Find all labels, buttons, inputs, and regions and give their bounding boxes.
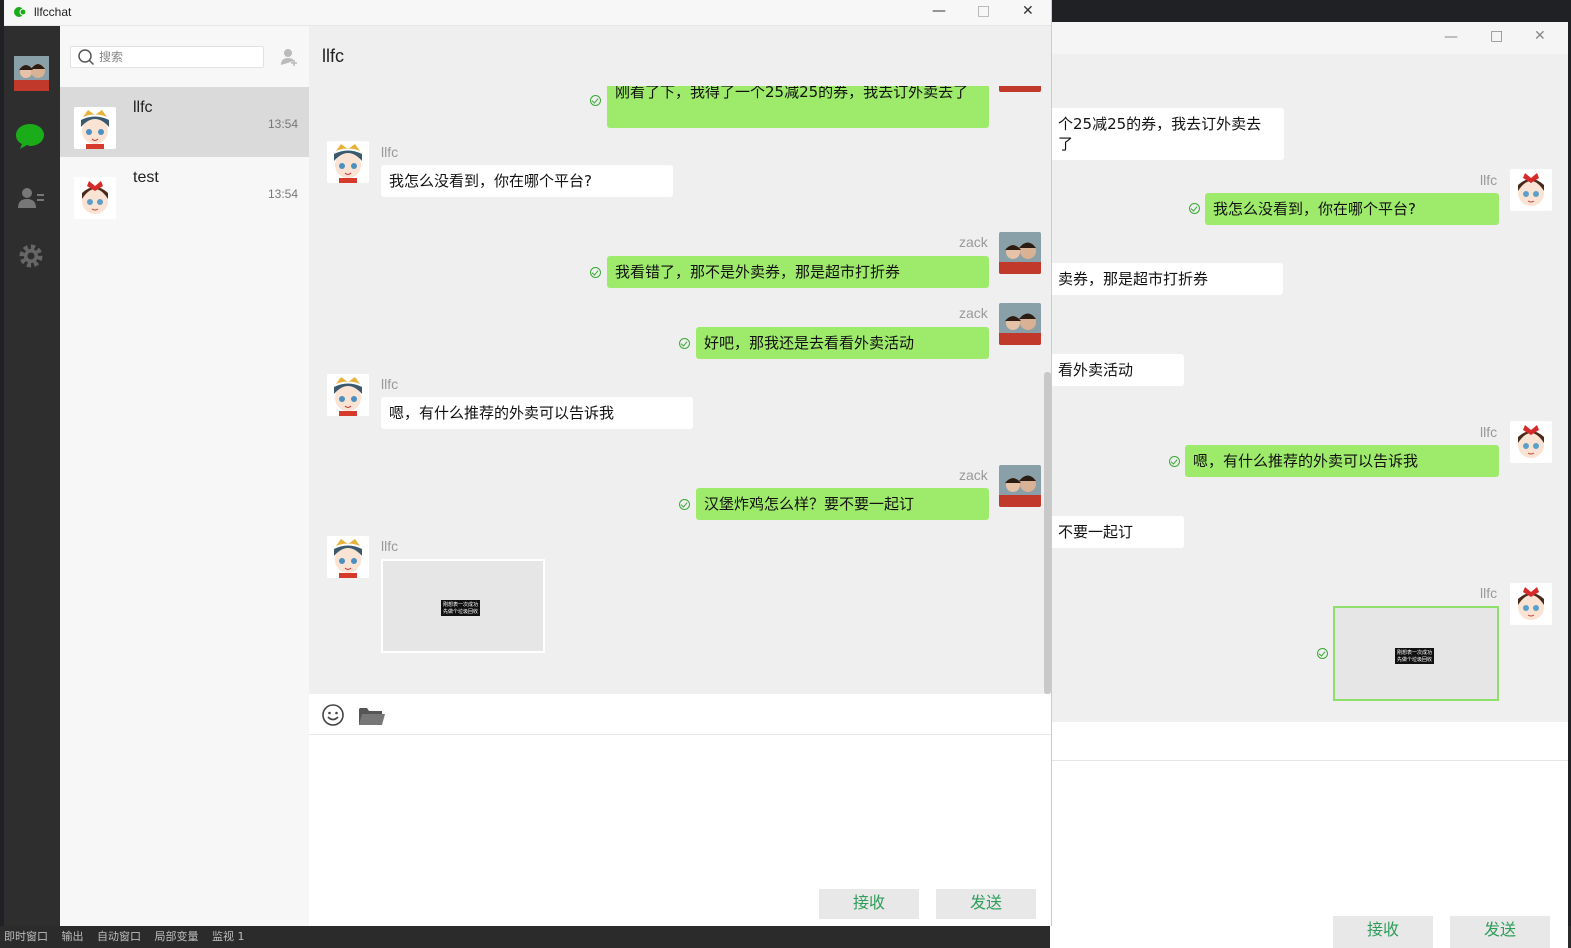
zack-avatar bbox=[999, 465, 1041, 507]
secondary-titlebar: — □ ✕ bbox=[1050, 22, 1568, 54]
sent-check-icon bbox=[1169, 456, 1180, 467]
sender-name: llfc bbox=[381, 144, 399, 160]
avatar bbox=[1510, 583, 1552, 625]
sent-check-icon bbox=[590, 267, 601, 278]
contact-name: llfc bbox=[133, 99, 153, 116]
titlebar: llfcchat — □ ✕ bbox=[4, 0, 1051, 26]
sent-check-icon bbox=[590, 95, 601, 106]
minimize-button[interactable]: — bbox=[932, 3, 946, 19]
contact-item-test[interactable]: test 13:54 bbox=[60, 157, 309, 227]
zack-avatar bbox=[999, 86, 1041, 92]
secondary-receive-button[interactable]: 接收 bbox=[1333, 916, 1433, 948]
secondary-chat-window: — □ ✕ 个25减25的券，我去订外卖去了 llfc 我怎么没看到，你在哪个平… bbox=[1050, 22, 1568, 948]
chat-title: llfc bbox=[322, 46, 344, 66]
close-button[interactable]: ✕ bbox=[1022, 3, 1034, 19]
chat-bubble: 个25减25的券，我去订外卖去了 bbox=[1050, 108, 1284, 160]
zack-avatar bbox=[999, 232, 1041, 274]
settings-gear-icon[interactable] bbox=[16, 241, 46, 271]
chat-header: llfc bbox=[309, 26, 1051, 86]
app-logo-icon bbox=[14, 7, 27, 17]
llfc-avatar bbox=[327, 141, 369, 183]
search-icon bbox=[78, 49, 95, 66]
chat-bubble: 嗯，有什么推荐的外卖可以告诉我 bbox=[381, 397, 693, 429]
sent-check-icon bbox=[679, 338, 690, 349]
sender-name: llfc bbox=[1480, 424, 1498, 440]
chat-bubble: 汉堡炸鸡怎么样？要不要一起订 bbox=[696, 488, 989, 520]
chat-bubble: 嗯，有什么推荐的外卖可以告诉我 bbox=[1185, 445, 1499, 477]
search-input[interactable] bbox=[99, 49, 259, 65]
chat-bubble: 刚看了下，我得了一个25减25的券，我去订外卖去了 bbox=[607, 86, 989, 128]
secondary-maximize-button[interactable]: □ bbox=[1490, 28, 1503, 44]
chat-bubble: 卖券，那是超市打折券 bbox=[1050, 263, 1283, 295]
secondary-minimize-button[interactable]: — bbox=[1444, 29, 1458, 45]
secondary-input-area[interactable] bbox=[1050, 722, 1568, 948]
sender-name: zack bbox=[959, 234, 988, 250]
emoji-icon[interactable] bbox=[321, 703, 345, 727]
divider bbox=[1050, 760, 1568, 761]
sender-name: llfc bbox=[1480, 585, 1498, 601]
chat-icon[interactable] bbox=[15, 122, 45, 150]
contact-avatar bbox=[74, 107, 116, 149]
image-caption: 刚想表一次成功 先做个垃圾回收 bbox=[1395, 648, 1435, 664]
chat-bubble: 不要一起订 bbox=[1050, 516, 1184, 548]
sender-name: zack bbox=[959, 305, 988, 321]
image-caption: 刚想表一次成功 先做个垃圾回收 bbox=[441, 600, 481, 616]
sender-name: llfc bbox=[381, 376, 399, 392]
send-button[interactable]: 发送 bbox=[936, 889, 1036, 919]
contact-time: 13:54 bbox=[267, 117, 298, 131]
secondary-send-button[interactable]: 发送 bbox=[1450, 916, 1550, 948]
main-chat-window: llfcchat — □ ✕ llfc 13:54 test bbox=[4, 0, 1052, 926]
contact-item-llfc[interactable]: llfc 13:54 bbox=[60, 87, 309, 157]
message-input[interactable] bbox=[317, 742, 1042, 872]
contact-avatar bbox=[74, 177, 116, 219]
avatar bbox=[1510, 421, 1552, 463]
zack-avatar bbox=[999, 303, 1041, 345]
ide-tab-autos[interactable]: 自动窗口 bbox=[97, 930, 141, 943]
llfc-avatar bbox=[327, 536, 369, 578]
sent-check-icon bbox=[1189, 203, 1200, 214]
chat-bubble: 我怎么没看到，你在哪个平台? bbox=[1205, 193, 1499, 225]
chat-bubble: 看外卖活动 bbox=[1050, 354, 1184, 386]
chat-bubble: 我怎么没看到，你在哪个平台? bbox=[381, 165, 673, 197]
avatar bbox=[1510, 169, 1552, 211]
contact-time: 13:54 bbox=[267, 187, 298, 201]
search-box[interactable] bbox=[70, 46, 264, 68]
image-message[interactable]: 刚想表一次成功 先做个垃圾回收 bbox=[1333, 606, 1499, 701]
input-area: 接收 发送 bbox=[309, 694, 1051, 926]
folder-icon[interactable] bbox=[358, 705, 386, 727]
sender-name: llfc bbox=[381, 538, 399, 554]
user-avatar[interactable] bbox=[14, 56, 49, 91]
chat-scrollbar[interactable] bbox=[1044, 372, 1051, 694]
add-contact-icon[interactable] bbox=[280, 48, 300, 66]
secondary-close-button[interactable]: ✕ bbox=[1534, 28, 1546, 44]
chat-bubble: 好吧，那我还是去看看外卖活动 bbox=[696, 327, 989, 359]
contact-name: test bbox=[133, 169, 159, 186]
app-title: llfcchat bbox=[34, 5, 72, 19]
divider bbox=[309, 734, 1051, 735]
sent-check-icon bbox=[679, 499, 690, 510]
ide-tab-watch[interactable]: 监视 1 bbox=[212, 930, 245, 943]
image-message[interactable]: 刚想表一次成功 先做个垃圾回收 bbox=[381, 559, 545, 653]
receive-button[interactable]: 接收 bbox=[819, 889, 919, 919]
sender-name: llfc bbox=[1480, 172, 1498, 188]
ide-tab-output[interactable]: 输出 bbox=[62, 930, 84, 943]
sent-check-icon bbox=[1317, 648, 1328, 659]
maximize-button[interactable]: □ bbox=[977, 3, 990, 19]
sender-name: zack bbox=[959, 467, 988, 483]
contact-list-panel: llfc 13:54 test 13:54 bbox=[60, 26, 309, 926]
chat-bubble: 我看错了，那不是外卖券，那是超市打折券 bbox=[607, 256, 989, 288]
sidebar bbox=[4, 26, 60, 926]
ide-tab-immediate[interactable]: 即时窗口 bbox=[4, 930, 48, 943]
llfc-avatar bbox=[327, 374, 369, 416]
ide-tab-locals[interactable]: 局部变量 bbox=[155, 930, 199, 943]
message-list[interactable]: 刚看了下，我得了一个25减25的券，我去订外卖去了 llfc 我怎么没看到，你在… bbox=[309, 86, 1051, 694]
contacts-icon[interactable] bbox=[17, 186, 45, 210]
